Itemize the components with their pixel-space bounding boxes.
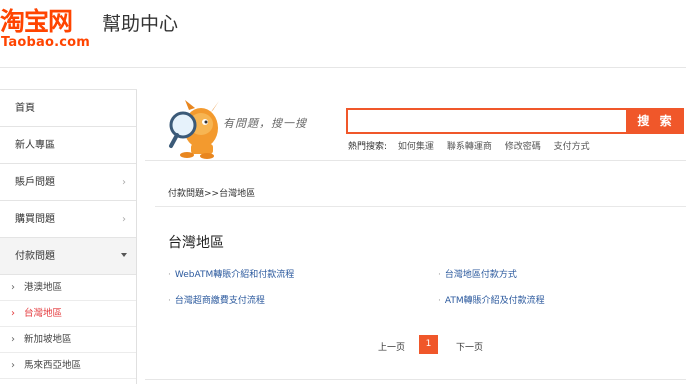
sidebar-subitem-label: 港澳地區 — [24, 282, 63, 293]
sidebar-subitem-hk-macau[interactable]: › 港澳地區 — [0, 275, 136, 301]
sidebar-item-label: 首頁 — [15, 103, 35, 114]
article-link-label: ATM轉賬介紹及付款流程 — [444, 296, 545, 306]
hot-link-consolidation[interactable]: 如何集運 — [398, 142, 434, 152]
bullet-icon: · — [438, 296, 441, 306]
caret-down-icon — [121, 253, 127, 257]
chevron-right-icon: › — [11, 360, 15, 371]
logo-english-text: Taobao.com — [1, 35, 91, 50]
sidebar-item-label: 新人專區 — [15, 140, 55, 151]
hot-link-payment-methods[interactable]: 支付方式 — [554, 142, 590, 152]
taobao-logo[interactable]: 淘宝网 Taobao.com — [0, 8, 90, 50]
sidebar-item-home[interactable]: 首頁 — [0, 90, 136, 127]
bullet-icon: · — [438, 270, 441, 280]
content-bottom-divider — [145, 379, 686, 380]
article-link-label: 台灣超商繳費支付流程 — [174, 296, 265, 306]
sidebar-subitem-label: 馬來西亞地區 — [24, 360, 82, 371]
sidebar-item-label: 付款問題 — [15, 251, 55, 262]
sidebar-item-newcomer[interactable]: 新人專區 — [0, 127, 136, 164]
current-page-number[interactable]: 1 — [419, 335, 438, 354]
search-panel: 有問題，搜一搜 搜 索 熱門搜索: 如何集運 聯系轉運商 修改密碼 支付方式 — [145, 90, 686, 161]
sidebar-subitem-label: 台灣地區 — [24, 308, 63, 319]
breadcrumb: 付款問題>>台灣地區 — [168, 189, 256, 199]
hot-link-change-password[interactable]: 修改密碼 — [505, 142, 541, 152]
hot-searches-label: 熱門搜索: — [348, 142, 388, 152]
sidebar-item-payment[interactable]: 付款問題 — [0, 238, 136, 275]
next-page-button[interactable]: 下一页 — [456, 340, 483, 353]
hot-searches: 熱門搜索: 如何集運 聯系轉運商 修改密碼 支付方式 — [348, 139, 600, 152]
bullet-icon: · — [168, 296, 171, 306]
sidebar-item-label: 賬戶問題 — [15, 177, 55, 188]
article-link-taiwan-payment-methods[interactable]: · 台灣地區付款方式 — [438, 267, 517, 280]
chevron-right-icon: › — [11, 282, 15, 293]
logo-chinese-text: 淘宝网 — [0, 7, 73, 36]
search-button[interactable]: 搜 索 — [628, 108, 684, 134]
breadcrumb-divider — [155, 206, 686, 207]
chevron-right-icon: › — [122, 177, 126, 188]
article-link-webatm[interactable]: · WebATM轉賬介紹和付款流程 — [168, 267, 294, 280]
sidebar-item-purchase[interactable]: 購買問題 › — [0, 201, 136, 238]
pagination: 上一页 1 下一页 — [0, 335, 686, 355]
sidebar-item-label: 購買問題 — [15, 214, 55, 225]
chevron-right-icon: › — [122, 214, 126, 225]
article-link-label: WebATM轉賬介紹和付款流程 — [174, 270, 295, 280]
sidebar-item-account[interactable]: 賬戶問題 › — [0, 164, 136, 201]
page-header-title: 幫助中心 — [102, 13, 179, 35]
magnifier-mascot-icon — [169, 100, 219, 159]
sidebar-subitem-malaysia[interactable]: › 馬來西亞地區 — [0, 353, 136, 379]
prev-page-button[interactable]: 上一页 — [378, 340, 405, 353]
article-link-convenience-store[interactable]: · 台灣超商繳費支付流程 — [168, 293, 265, 306]
header: 淘宝网 Taobao.com 幫助中心 — [0, 0, 686, 68]
search-slogan: 有問題，搜一搜 — [223, 117, 307, 130]
article-link-label: 台灣地區付款方式 — [444, 270, 517, 280]
chevron-right-icon: › — [11, 308, 15, 319]
search-input[interactable] — [346, 108, 628, 134]
hot-link-contact-forwarder[interactable]: 聯系轉運商 — [447, 142, 492, 152]
article-link-atm-transfer[interactable]: · ATM轉賬介紹及付款流程 — [438, 293, 545, 306]
sidebar-subitem-taiwan[interactable]: › 台灣地區 — [0, 301, 136, 327]
page-title: 台灣地區 — [168, 235, 224, 251]
bullet-icon: · — [168, 270, 171, 280]
